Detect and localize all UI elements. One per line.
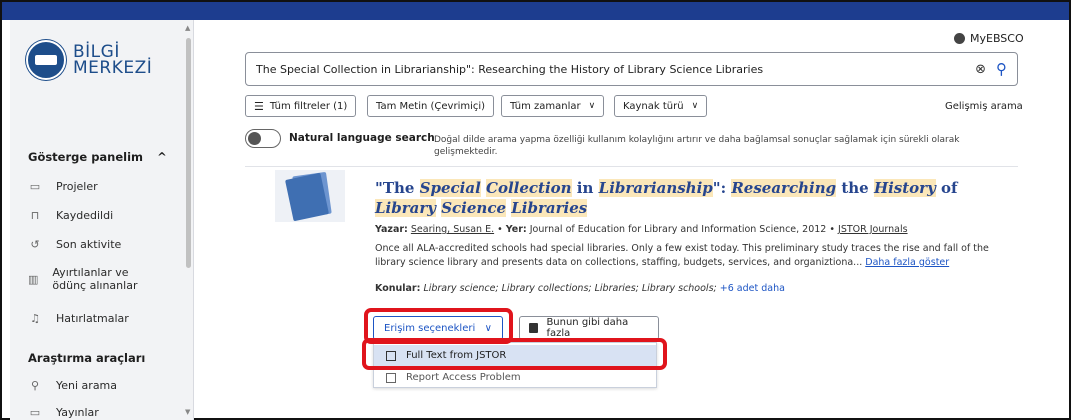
date-filter-dropdown[interactable]: Tüm zamanlar ∨ xyxy=(501,95,605,117)
venue-label: Yer: xyxy=(505,224,527,235)
title-highlight: Collection xyxy=(486,179,572,197)
result-meta: Yazar: Searing, Susan E. • Yer: Journal … xyxy=(375,224,908,235)
title-text: the xyxy=(836,179,874,197)
search-bar[interactable]: The Special Collection in Librarianship"… xyxy=(245,52,1018,86)
natural-language-toggle[interactable] xyxy=(245,129,281,148)
sidebar-item-label: Hatırlatmalar xyxy=(56,312,129,325)
app-window: BİLGİ MERKEZİ Gösterge panelim ^ ▭ Proje… xyxy=(0,0,1071,420)
full-text-filter-button[interactable]: Tam Metin (Çevrimiçi) xyxy=(367,95,495,117)
more-like-this-button[interactable]: Bunun gibi daha fazla xyxy=(519,316,659,340)
divider xyxy=(245,166,1018,167)
title-text: of xyxy=(935,179,958,197)
sidebar-item-reminders[interactable]: ♫ Hatırlatmalar xyxy=(28,312,129,325)
logo-text: BİLGİ MERKEZİ xyxy=(73,44,153,78)
sidebar-item-publications[interactable]: ▭ Yayınlar xyxy=(28,406,99,419)
title-highlight: Librarianship xyxy=(598,179,713,197)
author-label: Yazar: xyxy=(375,224,408,235)
source-type-dropdown[interactable]: Kaynak türü ∨ xyxy=(614,95,708,117)
venue-text: Journal of Education for Library and Inf… xyxy=(529,224,827,235)
sidebar-item-new-search[interactable]: ⚲ Yeni arama xyxy=(28,379,117,392)
result-abstract: Once all ALA-accredited schools had spec… xyxy=(375,242,1015,270)
sidebar: BİLGİ MERKEZİ Gösterge panelim ^ ▭ Proje… xyxy=(10,20,194,420)
source-type-label: Kaynak türü xyxy=(623,100,684,112)
search-icon[interactable]: ⚲ xyxy=(996,60,1007,78)
author-link[interactable]: Searing, Susan E. xyxy=(411,224,494,235)
books-icon: ▥ xyxy=(28,272,39,286)
title-highlight: Special xyxy=(419,179,481,197)
sidebar-item-label: Kaydedildi xyxy=(56,209,114,222)
title-highlight: History xyxy=(873,179,936,197)
annotation-highlight-full-text xyxy=(362,338,667,370)
title-highlight: Science xyxy=(441,199,507,217)
user-icon xyxy=(954,33,965,44)
title-highlight: Library xyxy=(375,199,436,217)
sidebar-item-saved[interactable]: ⊓ Kaydedildi xyxy=(28,209,113,222)
similar-icon xyxy=(529,323,539,333)
scroll-thumb[interactable] xyxy=(186,38,191,268)
title-text: ": xyxy=(712,179,732,197)
sidebar-item-label: Yayınlar xyxy=(56,406,99,419)
title-text: in xyxy=(571,179,599,197)
document-type-icon xyxy=(275,170,345,222)
sidebar-scrollbar[interactable]: ▲ ▼ xyxy=(184,24,192,416)
clear-search-icon[interactable]: ⊗ xyxy=(975,62,986,77)
sidebar-item-projects[interactable]: ▭ Projeler xyxy=(28,180,98,193)
myebsco-label: MyEBSCO xyxy=(970,32,1024,45)
all-filters-button[interactable]: ☰ Tüm filtreler (1) xyxy=(245,95,357,117)
bookmark-icon: ⊓ xyxy=(30,209,40,222)
top-bar xyxy=(2,2,1069,20)
logo-emblem-icon xyxy=(26,40,66,80)
sidebar-item-recent-activity[interactable]: ↺ Son aktivite xyxy=(28,238,121,251)
chevron-down-icon: ∨ xyxy=(691,101,699,111)
show-more-link[interactable]: Daha fazla göster xyxy=(865,257,949,268)
chevron-down-icon: ∨ xyxy=(588,101,596,111)
more-like-this-label: Bunun gibi daha fazla xyxy=(546,317,629,339)
bell-icon: ♫ xyxy=(30,312,40,325)
logo-line-2: MERKEZİ xyxy=(73,58,153,78)
publication-icon: ▭ xyxy=(29,406,41,419)
natural-language-description: Doğal dilde arama yapma özelliği kullanı… xyxy=(434,135,960,157)
sidebar-item-label: Ayırtılanlar ve ödünç alınanlar xyxy=(52,266,138,292)
menu-item-label: Report Access Problem xyxy=(406,372,521,383)
title-text: "The xyxy=(375,179,420,197)
history-icon: ↺ xyxy=(30,238,40,251)
dashboard-section-toggle[interactable]: Gösterge panelim ^ xyxy=(28,150,167,164)
external-link-icon xyxy=(386,372,396,383)
source-link[interactable]: JSTOR Journals xyxy=(838,224,908,235)
sidebar-item-label: Son aktivite xyxy=(56,238,122,251)
filter-icon: ☰ xyxy=(254,99,264,113)
menu-item-report-access-problem[interactable]: Report Access Problem xyxy=(374,367,656,388)
date-filter-label: Tüm zamanlar xyxy=(510,100,581,112)
folder-icon: ▭ xyxy=(29,180,41,193)
myebsco-link[interactable]: MyEBSCO xyxy=(954,32,1024,45)
result-title[interactable]: "The Special Collection in Librarianship… xyxy=(375,178,1005,218)
scroll-up-arrow-icon[interactable]: ▲ xyxy=(185,24,190,32)
full-text-label: Tam Metin (Çevrimiçi) xyxy=(376,100,486,112)
research-tools-heading: Araştırma araçları xyxy=(28,351,146,365)
advanced-search-link[interactable]: Gelişmiş arama xyxy=(945,101,1023,112)
natural-language-label: Natural language search xyxy=(289,132,435,144)
search-icon: ⚲ xyxy=(30,379,40,392)
scroll-down-arrow-icon[interactable]: ▼ xyxy=(185,408,190,416)
title-highlight: Researching xyxy=(731,179,837,197)
library-logo[interactable]: BİLGİ MERKEZİ xyxy=(26,40,152,80)
search-input[interactable]: The Special Collection in Librarianship"… xyxy=(256,63,975,76)
chevron-up-icon: ^ xyxy=(157,150,167,164)
result-subjects: Konular: Library science; Library collec… xyxy=(375,283,785,294)
more-subjects-link[interactable]: +6 adet daha xyxy=(720,283,785,294)
dashboard-label: Gösterge panelim xyxy=(28,150,144,164)
sidebar-item-label: Projeler xyxy=(56,180,98,193)
sidebar-item-holds-loans[interactable]: ▥ Ayırtılanlar ve ödünç alınanlar xyxy=(28,266,158,292)
subjects-list[interactable]: Library science; Library collections; Li… xyxy=(423,283,716,294)
title-highlight: Libraries xyxy=(511,199,588,217)
all-filters-label: Tüm filtreler (1) xyxy=(269,100,348,112)
subjects-label: Konular: xyxy=(375,283,421,294)
sidebar-item-label: Yeni arama xyxy=(56,379,118,392)
